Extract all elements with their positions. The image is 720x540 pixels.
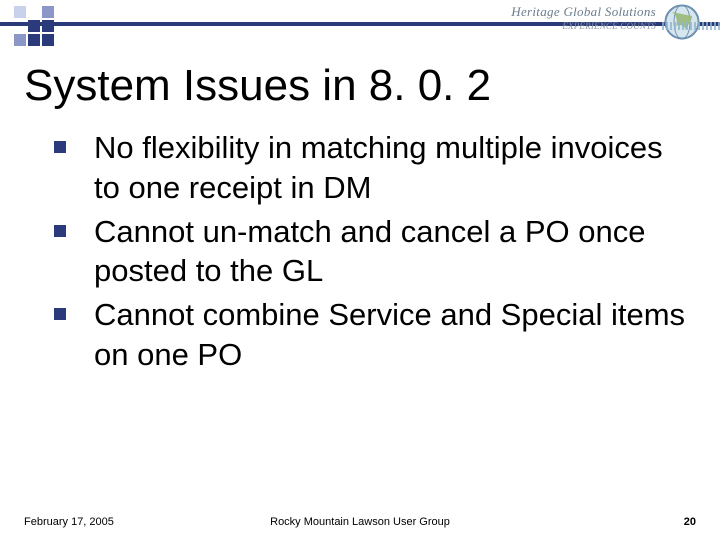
- list-item: No flexibility in matching multiple invo…: [48, 128, 690, 207]
- brand-name: Heritage Global Solutions: [511, 4, 656, 20]
- footer-date: February 17, 2005: [24, 516, 114, 528]
- brand-block: Heritage Global Solutions EXPERIENCE COU…: [511, 4, 656, 31]
- slide-body: No flexibility in matching multiple invo…: [0, 116, 720, 374]
- header-dots-icon: [662, 22, 720, 30]
- slide-header: Heritage Global Solutions EXPERIENCE COU…: [0, 0, 720, 48]
- list-item: Cannot combine Service and Special items…: [48, 295, 690, 374]
- slide-footer: February 17, 2005 Rocky Mountain Lawson …: [0, 516, 720, 528]
- list-item: Cannot un-match and cancel a PO once pos…: [48, 212, 690, 291]
- slide-title: System Issues in 8. 0. 2: [0, 48, 720, 116]
- brand-tagline: EXPERIENCE COUNTS: [511, 21, 656, 31]
- bullet-list: No flexibility in matching multiple invo…: [48, 128, 690, 374]
- header-squares-icon: [14, 6, 54, 46]
- footer-center: Rocky Mountain Lawson User Group: [270, 516, 450, 528]
- page-number: 20: [684, 516, 696, 528]
